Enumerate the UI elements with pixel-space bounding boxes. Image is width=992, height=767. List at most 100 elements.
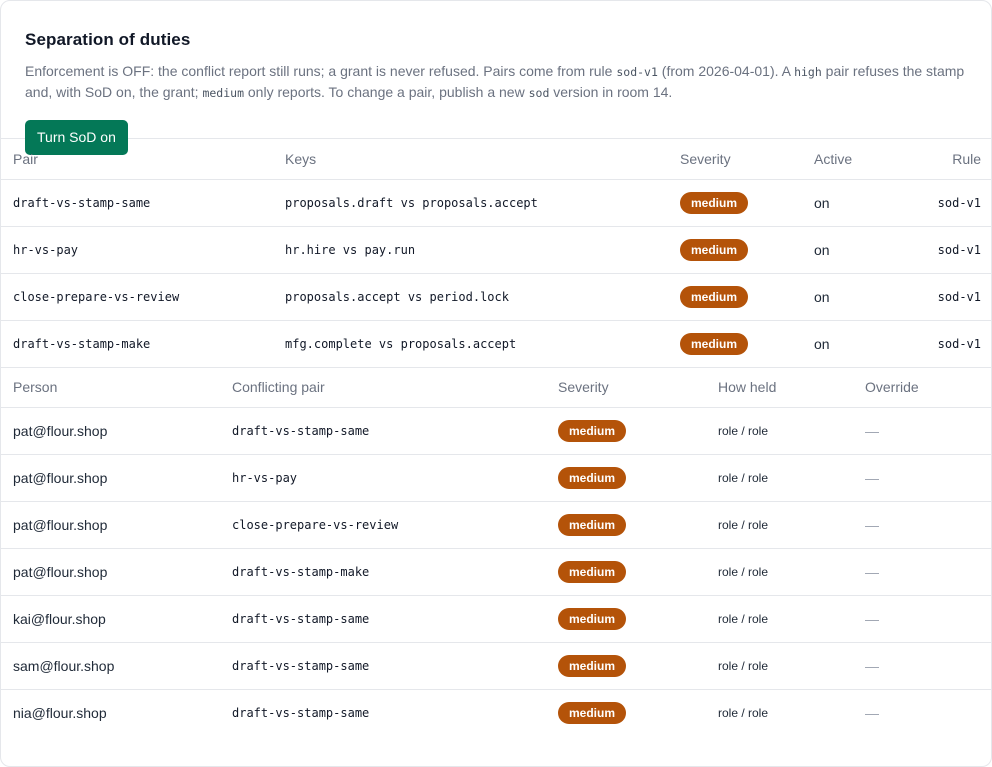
person-email: pat@flour.shop	[1, 501, 220, 549]
panel-description: Enforcement is OFF: the conflict report …	[25, 61, 967, 103]
pair-keys: proposals.draft vs proposals.accept	[273, 179, 668, 227]
conflicts-table-header: Person Conflicting pair Severity How hel…	[1, 367, 991, 408]
severity-badge: medium	[558, 655, 627, 677]
col-keys: Keys	[273, 139, 668, 180]
conflicting-pair: draft-vs-stamp-same	[220, 407, 546, 455]
severity-cell: medium	[668, 226, 802, 274]
how-held: role / role	[706, 454, 853, 502]
pairs-table-header: Pair Keys Severity Active Rule	[1, 139, 991, 180]
col-override: Override	[853, 367, 991, 408]
panel-header: Separation of duties Enforcement is OFF:…	[1, 1, 991, 155]
severity-badge: medium	[680, 191, 749, 214]
pair-name: hr-vs-pay	[1, 226, 273, 274]
col-severity: Severity	[668, 139, 802, 180]
severity-cell: medium	[546, 690, 706, 737]
page-title: Separation of duties	[25, 30, 191, 49]
person-email: pat@flour.shop	[1, 548, 220, 596]
table-row: pat@flour.shop draft-vs-stamp-same medium r…	[1, 407, 991, 455]
person-email: pat@flour.shop	[1, 407, 220, 455]
conflicting-pair: draft-vs-stamp-same	[232, 706, 370, 721]
override-value: —	[853, 595, 991, 643]
override-value: —	[853, 407, 991, 455]
conflicting-pair: draft-vs-stamp-same	[220, 642, 546, 690]
table-row: nia@flour.shop draft-vs-stamp-same medium r…	[1, 690, 991, 737]
desc-text: only reports. To change a pair, publish …	[244, 84, 529, 100]
sod-panel: Separation of duties Enforcement is OFF:…	[0, 0, 992, 767]
severity-cell: medium	[546, 501, 706, 549]
how-held: role / role	[706, 595, 853, 643]
pair-name: draft-vs-stamp-same	[1, 179, 273, 227]
conflicts-table: Person Conflicting pair Severity How hel…	[1, 367, 991, 737]
active-status: on	[802, 273, 908, 321]
pair-keys: proposals.accept vs period.lock	[273, 273, 668, 321]
pair-keys: hr.hire vs pay.run	[273, 226, 668, 274]
severity-badge: medium	[558, 702, 627, 725]
active-status: on	[802, 226, 908, 274]
col-rule: Rule	[908, 139, 991, 180]
pairs-table: Pair Keys Severity Active Rule draft-vs-…	[1, 139, 991, 368]
rule-id: sod-v1	[908, 273, 991, 321]
severity-badge: medium	[680, 285, 749, 308]
table-row: pat@flour.shop hr-vs-pay medium role / role…	[1, 454, 991, 502]
severity-badge: medium	[558, 420, 627, 442]
severity-badge: medium	[680, 238, 749, 261]
desc-text: Enforcement is OFF: the conflict report …	[25, 63, 617, 79]
table-row: kai@flour.shop draft-vs-stamp-same medium r…	[1, 595, 991, 643]
desc-code: high	[794, 65, 822, 79]
how-held: role / role	[718, 706, 769, 721]
table-row: pat@flour.shop draft-vs-stamp-make medium r…	[1, 548, 991, 596]
desc-code: medium	[202, 86, 244, 100]
person-email: pat@flour.shop	[1, 454, 220, 502]
table-row: close-prepare-vs-review proposals.accept …	[1, 273, 991, 321]
override-value: —	[853, 642, 991, 690]
rule-id: sod-v1	[908, 179, 991, 227]
pair-name: close-prepare-vs-review	[1, 273, 273, 321]
how-held: role / role	[706, 501, 853, 549]
table-row: draft-vs-stamp-make mfg.complete vs propo…	[1, 320, 991, 368]
col-active: Active	[802, 139, 908, 180]
severity-cell: medium	[546, 548, 706, 596]
desc-text: version in room 14.	[549, 84, 673, 100]
person-email: kai@flour.shop	[1, 595, 220, 643]
conflicting-pair: draft-vs-stamp-make	[220, 548, 546, 596]
col-conflicting-pair: Conflicting pair	[220, 367, 546, 408]
rule-id: sod-v1	[908, 320, 991, 368]
col-severity: Severity	[546, 367, 706, 408]
how-held: role / role	[706, 642, 853, 690]
col-how-held: How held	[706, 367, 853, 408]
table-row: sam@flour.shop draft-vs-stamp-same medium r…	[1, 642, 991, 690]
col-person: Person	[1, 367, 220, 408]
severity-badge: medium	[558, 561, 627, 583]
desc-text: (from 2026-04-01). A	[657, 63, 795, 79]
pair-name: draft-vs-stamp-make	[1, 320, 273, 368]
severity-cell: medium	[546, 407, 706, 455]
turn-sod-on-button[interactable]: Turn SoD on	[25, 120, 128, 155]
active-status: on	[802, 320, 908, 368]
severity-badge: medium	[680, 332, 749, 355]
override-value: —	[865, 705, 879, 722]
severity-badge: medium	[558, 514, 627, 536]
person-email: sam@flour.shop	[1, 642, 220, 690]
table-row: draft-vs-stamp-same proposals.draft vs pr…	[1, 179, 991, 227]
severity-cell: medium	[668, 273, 802, 321]
severity-cell: medium	[546, 454, 706, 502]
pair-keys: mfg.complete vs proposals.accept	[273, 320, 668, 368]
person-email: nia@flour.shop	[13, 705, 107, 722]
override-value: —	[853, 454, 991, 502]
severity-cell: medium	[546, 642, 706, 690]
severity-cell: medium	[546, 595, 706, 643]
severity-cell: medium	[668, 320, 802, 368]
conflicting-pair: close-prepare-vs-review	[220, 501, 546, 549]
conflicting-pair: hr-vs-pay	[220, 454, 546, 502]
active-status: on	[802, 179, 908, 227]
rule-id: sod-v1	[908, 226, 991, 274]
desc-code: sod-v1	[616, 65, 658, 79]
severity-badge: medium	[558, 467, 627, 489]
override-value: —	[853, 548, 991, 596]
how-held: role / role	[706, 407, 853, 455]
severity-badge: medium	[558, 608, 627, 630]
conflicting-pair: draft-vs-stamp-same	[220, 595, 546, 643]
table-row: hr-vs-pay hr.hire vs pay.run medium on sod-v…	[1, 226, 991, 274]
table-row: pat@flour.shop close-prepare-vs-review med…	[1, 501, 991, 549]
override-value: —	[853, 501, 991, 549]
